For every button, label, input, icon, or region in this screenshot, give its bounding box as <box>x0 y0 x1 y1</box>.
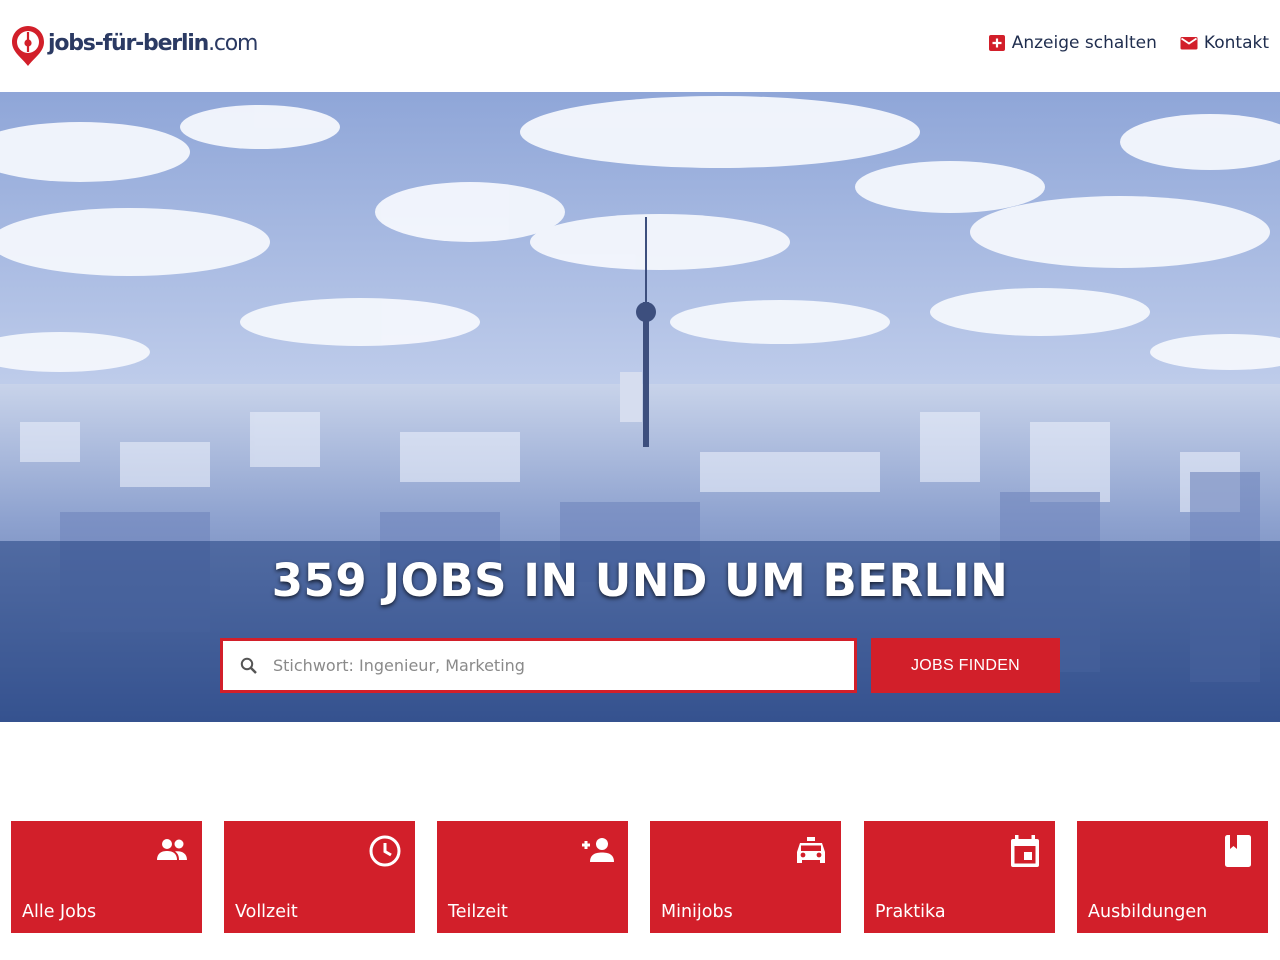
search-box <box>220 638 857 693</box>
mail-icon <box>1180 37 1198 50</box>
category-label: Teilzeit <box>448 902 508 922</box>
logo-name: jobs-für-berlin <box>48 31 209 56</box>
category-label: Praktika <box>875 902 946 922</box>
people-icon <box>157 839 187 860</box>
top-navigation: Anzeige schalten Kontakt <box>988 33 1269 53</box>
category-tile-ausbildungen[interactable]: Ausbildungen <box>1077 821 1268 933</box>
category-label: Ausbildungen <box>1088 902 1208 922</box>
category-tiles: Alle Jobs Vollzeit Teilzeit Minijobs Pra… <box>11 821 1269 933</box>
location-pin-icon <box>12 26 44 66</box>
logo-text: jobs-für-berlin.com <box>48 31 259 56</box>
search-icon <box>240 657 257 674</box>
category-tile-teilzeit[interactable]: Teilzeit <box>437 821 628 933</box>
calendar-icon <box>1011 835 1039 867</box>
hero-title: 359 JOBS IN UND UM BERLIN <box>271 554 1009 607</box>
hero-section: 359 JOBS IN UND UM BERLIN JOBS FINDEN <box>0 92 1280 722</box>
search-input[interactable] <box>273 656 833 675</box>
category-label: Vollzeit <box>235 902 298 922</box>
logo-tld: .com <box>208 31 258 56</box>
search-button[interactable]: JOBS FINDEN <box>871 638 1060 693</box>
category-tile-alle-jobs[interactable]: Alle Jobs <box>11 821 202 933</box>
category-label: Minijobs <box>661 902 733 922</box>
plus-box-icon <box>988 35 1005 51</box>
category-tile-minijobs[interactable]: Minijobs <box>650 821 841 933</box>
person-add-icon <box>582 838 614 862</box>
category-tile-vollzeit[interactable]: Vollzeit <box>224 821 415 933</box>
nav-anzeige-schalten-label: Anzeige schalten <box>1011 33 1157 53</box>
category-tile-praktika[interactable]: Praktika <box>864 821 1055 933</box>
site-logo[interactable]: jobs-für-berlin.com <box>10 24 259 68</box>
site-header: jobs-für-berlin.com Anzeige schalten Kon… <box>0 0 1280 92</box>
nav-kontakt-label: Kontakt <box>1203 33 1269 53</box>
nav-kontakt[interactable]: Kontakt <box>1180 33 1269 53</box>
nav-anzeige-schalten[interactable]: Anzeige schalten <box>988 33 1157 53</box>
clock-icon <box>369 835 401 867</box>
category-label: Alle Jobs <box>22 902 97 922</box>
book-icon <box>1225 835 1251 867</box>
taxi-icon <box>797 837 825 863</box>
